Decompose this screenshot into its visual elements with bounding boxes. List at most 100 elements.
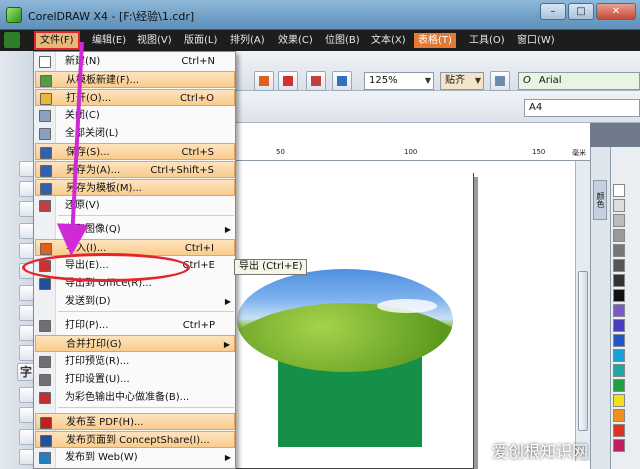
coreldraw-app-icon	[6, 7, 22, 23]
palette-swatch[interactable]	[613, 349, 625, 362]
menu-file[interactable]: 文件(F)	[34, 31, 80, 50]
revert-icon	[39, 200, 51, 212]
menu-separator	[58, 215, 234, 216]
page-size-value: A4	[529, 102, 543, 113]
palette-swatch[interactable]	[613, 244, 625, 257]
minimize-button[interactable]: –	[540, 3, 566, 20]
menu-item-label: 从模板新建(F)...	[66, 75, 140, 86]
template-icon	[40, 75, 52, 87]
window-title: CorelDRAW X4 - [F:\经验\1.cdr]	[28, 10, 195, 23]
menu-separator	[58, 407, 234, 408]
palette-swatch[interactable]	[613, 289, 625, 302]
file-menu-item-16[interactable]: 打印预览(R)...	[35, 353, 235, 370]
palette-swatch[interactable]	[613, 199, 625, 212]
snap-to-dropdown[interactable]: 贴齐 ▼	[440, 72, 484, 90]
web-icon	[39, 452, 51, 464]
welcome-icon	[337, 76, 347, 86]
window-controls: – □ ✕	[540, 3, 636, 20]
file-menu-item-15[interactable]: 合并打印(G) ▶	[35, 335, 235, 352]
menu-item-shortcut: Ctrl+I	[184, 243, 214, 254]
palette-swatch[interactable]	[613, 319, 625, 332]
file-menu-item-9[interactable]: 获取图像(Q) ▶	[35, 221, 235, 238]
palette-swatch[interactable]	[613, 229, 625, 242]
menu-item-label: 另存为(A)...	[66, 165, 121, 176]
new-icon	[39, 56, 51, 68]
menu-item-shortcut: Ctrl+Shift+S	[150, 165, 214, 176]
open-icon	[40, 93, 52, 105]
menu-item-label: 全部关闭(L)	[65, 128, 119, 139]
file-menu-item-19[interactable]: 发布至 PDF(H)...	[35, 413, 235, 430]
color-docker-tab[interactable]: 颜色	[593, 180, 607, 220]
application-launcher-button[interactable]	[306, 71, 326, 91]
menu-tools[interactable]: 工具(O)	[465, 33, 509, 48]
snap-label: 贴齐	[445, 75, 465, 86]
save-template-icon	[40, 183, 52, 195]
menu-window[interactable]: 窗口(W)	[513, 33, 559, 48]
palette-swatch[interactable]	[613, 394, 625, 407]
save-as-icon	[40, 165, 52, 177]
save-icon	[40, 147, 52, 159]
file-menu-item-4[interactable]: 全部关闭(L)	[35, 125, 235, 142]
ellipse-bitmap-shape[interactable]	[237, 269, 453, 372]
red-highlight-oval	[22, 253, 190, 282]
menu-item-label: 发布到 Web(W)	[65, 452, 138, 463]
menu-item-shortcut: Ctrl+S	[181, 147, 214, 158]
menu-item-label: 还原(V)	[65, 200, 100, 211]
file-menu-item-14[interactable]: 打印(P)... Ctrl+P	[35, 317, 235, 334]
chevron-down-icon: ▼	[474, 76, 481, 85]
file-menu-item-2[interactable]: 打开(O)... Ctrl+O	[35, 89, 235, 106]
file-menu-item-17[interactable]: 打印设置(U)...	[35, 371, 235, 388]
options-button[interactable]	[490, 71, 510, 91]
palette-swatch[interactable]	[613, 274, 625, 287]
menu-item-label: 新建(N)	[65, 56, 101, 67]
zoom-level-select[interactable]: 125% ▼	[364, 72, 434, 90]
menu-item-shortcut: Ctrl+N	[181, 56, 215, 67]
file-menu-item-0[interactable]: 新建(N) Ctrl+N	[35, 53, 235, 70]
export-tooltip: 导出 (Ctrl+E)	[234, 259, 308, 275]
close-button[interactable]: ✕	[596, 3, 636, 20]
scroll-thumb[interactable]	[578, 271, 588, 431]
menu-view[interactable]: 视图(V)	[133, 33, 176, 48]
palette-swatch[interactable]	[613, 409, 625, 422]
file-menu-item-20[interactable]: 发布页面到 ConceptShare(I)...	[35, 431, 235, 448]
menu-text[interactable]: 文本(X)	[367, 33, 410, 48]
palette-swatch[interactable]	[613, 439, 625, 452]
palette-swatch[interactable]	[613, 364, 625, 377]
submenu-arrow-icon: ▶	[224, 225, 231, 234]
import-tool-button[interactable]	[254, 71, 274, 91]
page-size-select[interactable]: A4	[524, 99, 640, 117]
menu-effects[interactable]: 效果(C)	[274, 33, 317, 48]
file-menu-item-8[interactable]: 还原(V)	[35, 197, 235, 214]
menu-bitmaps[interactable]: 位图(B)	[321, 33, 364, 48]
file-menu-item-1[interactable]: 从模板新建(F)...	[35, 71, 235, 88]
export-tool-button[interactable]	[278, 71, 298, 91]
file-menu-item-21[interactable]: 发布到 Web(W) ▶	[35, 449, 235, 466]
welcome-screen-button[interactable]	[332, 71, 352, 91]
title-bar: CorelDRAW X4 - [F:\经验\1.cdr] – □ ✕	[0, 0, 640, 30]
palette-swatch[interactable]	[613, 214, 625, 227]
file-menu-item-18[interactable]: 为彩色输出中心做准备(B)...	[35, 389, 235, 406]
palette-swatch[interactable]	[613, 304, 625, 317]
file-menu-item-7[interactable]: 另存为模板(M)...	[35, 179, 235, 196]
palette-swatch[interactable]	[613, 424, 625, 437]
menu-item-label: 合并打印(G)	[66, 339, 122, 350]
maximize-button[interactable]: □	[568, 3, 594, 20]
options-icon	[495, 76, 505, 86]
palette-swatch[interactable]	[613, 334, 625, 347]
close-doc-icon	[39, 110, 51, 122]
file-menu-item-5[interactable]: 保存(S)... Ctrl+S	[35, 143, 235, 160]
document-icon	[4, 32, 20, 48]
menu-layout[interactable]: 版面(L)	[180, 33, 221, 48]
print-icon	[39, 320, 51, 332]
palette-swatch[interactable]	[613, 259, 625, 272]
file-menu-item-13[interactable]: 发送到(D) ▶	[35, 293, 235, 310]
file-menu-item-6[interactable]: 另存为(A)... Ctrl+Shift+S	[35, 161, 235, 178]
menu-edit[interactable]: 编辑(E)	[88, 33, 130, 48]
file-menu-item-3[interactable]: 关闭(C)	[35, 107, 235, 124]
menu-arrange[interactable]: 排列(A)	[226, 33, 269, 48]
palette-swatch[interactable]	[613, 184, 625, 197]
font-list[interactable]: O Arial	[518, 72, 640, 90]
palette-swatch[interactable]	[613, 379, 625, 392]
menu-table[interactable]: 表格(T)	[414, 33, 456, 48]
vertical-scrollbar[interactable]	[575, 161, 590, 461]
